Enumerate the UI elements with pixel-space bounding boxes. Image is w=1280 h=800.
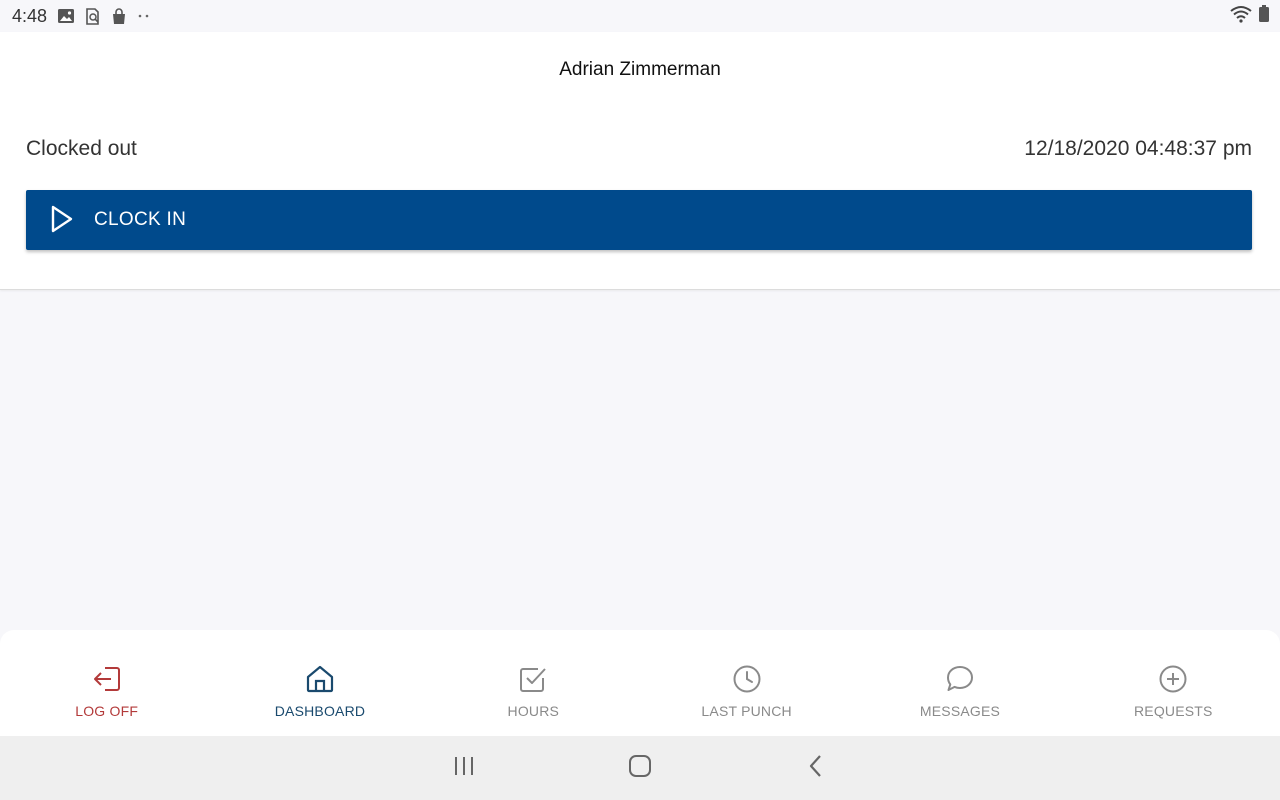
home-system-button[interactable]: [610, 736, 670, 800]
chat-bubble-icon: [945, 664, 975, 694]
home-icon: [305, 664, 335, 694]
nav-item-log-off[interactable]: LOG OFF: [0, 630, 213, 736]
clock-status: Clocked out: [26, 137, 137, 160]
status-system-icons: [1230, 4, 1270, 28]
home-system-icon: [628, 754, 652, 783]
clock-datetime: 12/18/2020 04:48:37 pm: [1024, 137, 1252, 160]
logout-icon: [92, 664, 122, 694]
gallery-icon: [57, 8, 75, 24]
nav-label: REQUESTS: [1133, 703, 1213, 719]
checkbox-icon: [518, 664, 548, 694]
recent-apps-button[interactable]: [434, 736, 494, 800]
recent-apps-icon: [453, 756, 475, 781]
nav-item-last-punch[interactable]: LAST PUNCH: [640, 630, 853, 736]
nav-label: LOG OFF: [75, 703, 139, 719]
battery-icon: [1258, 4, 1270, 28]
status-notification-icons: [57, 7, 151, 25]
clock-card: Adrian Zimmerman Clocked out 12/18/2020 …: [0, 32, 1280, 290]
back-icon: [808, 754, 824, 783]
back-button[interactable]: [786, 736, 846, 800]
status-time: 4:48: [12, 5, 48, 26]
system-nav-bar: [0, 736, 1280, 800]
status-bar: 4:48: [0, 0, 1280, 32]
bag-icon: [111, 7, 127, 25]
nav-item-hours[interactable]: HOURS: [427, 630, 640, 736]
more-dots-icon: [137, 13, 151, 19]
nav-label: DASHBOARD: [274, 703, 366, 719]
nav-item-requests[interactable]: REQUESTS: [1067, 630, 1280, 736]
wifi-icon: [1230, 5, 1252, 28]
user-name: Adrian Zimmerman: [559, 59, 721, 80]
nav-label: MESSAGES: [919, 703, 1001, 719]
nav-label: LAST PUNCH: [701, 703, 792, 719]
clock-icon: [732, 664, 762, 694]
play-icon: [50, 205, 74, 236]
search-document-icon: [85, 7, 101, 25]
clock-in-label: CLOCK IN: [94, 209, 187, 230]
nav-item-dashboard[interactable]: DASHBOARD: [213, 630, 426, 736]
nav-item-messages[interactable]: MESSAGES: [853, 630, 1066, 736]
nav-label: HOURS: [507, 703, 560, 719]
plus-circle-icon: [1158, 664, 1188, 694]
bottom-nav: LOG OFF DASHBOARD HOURS LAST PUNCH MESSA…: [0, 630, 1280, 736]
clock-in-button[interactable]: CLOCK IN: [26, 190, 1252, 250]
